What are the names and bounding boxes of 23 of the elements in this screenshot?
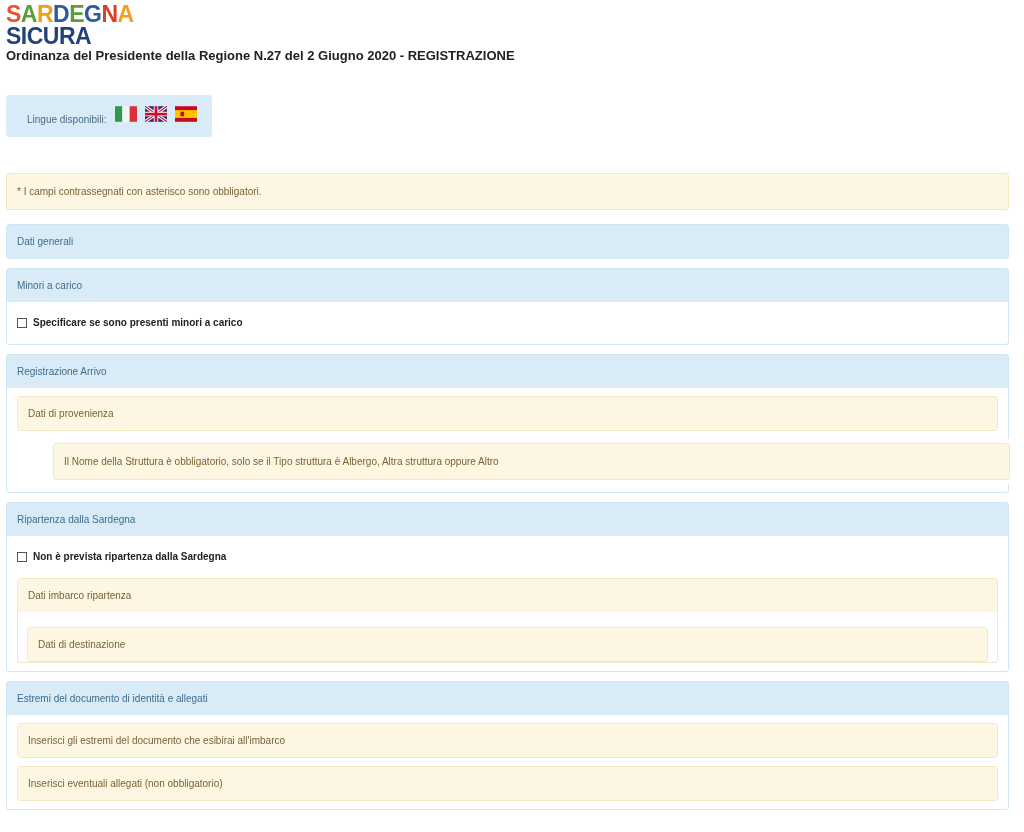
spanish-flag-icon[interactable]: [174, 106, 197, 122]
italian-flag-icon[interactable]: [114, 106, 137, 122]
british-flag-icon[interactable]: [144, 106, 167, 122]
subsection-header[interactable]: Inserisci gli estremi del documento che esibirai all'imbarco: [18, 724, 997, 757]
info-note: Il Nome della Struttura è obbligatorio, solo se il Tipo struttura è Albergo, Altra struttura oppure Altro: [53, 443, 1010, 480]
section-header[interactable]: Dati generali: [7, 225, 1008, 258]
logo-text: SARDEGNA: [6, 3, 135, 25]
section-header[interactable]: Registrazione Arrivo: [7, 355, 1008, 388]
checkbox[interactable]: [17, 552, 27, 562]
subsection-header[interactable]: Inserisci eventuali allegati (non obbligatorio): [18, 767, 997, 800]
checkbox-label: Specificare se sono presenti minori a carico: [33, 316, 243, 330]
language-label: Lingue disponibili:: [27, 112, 107, 127]
section-header[interactable]: Ripartenza dalla Sardegna: [7, 503, 1008, 536]
logo-subtext: SICURA: [6, 25, 93, 47]
page-title: Ordinanza del Presidente della Regione N.27 del 2 Giugno 2020 - REGISTRAZIONE: [6, 47, 516, 65]
required-fields-notice: * I campi contrassegnati con asterisco sono obbligatori.: [6, 173, 1009, 210]
subsection-header[interactable]: Dati di provenienza: [18, 397, 997, 430]
checkbox[interactable]: [17, 318, 27, 328]
section-header[interactable]: Minori a carico: [7, 269, 1008, 302]
subsection-header[interactable]: Dati di destinazione: [28, 628, 987, 661]
checkbox-label: Non è prevista ripartenza dalla Sardegna: [33, 550, 227, 564]
section-header[interactable]: Estremi del documento di identità e allegati: [7, 682, 1008, 715]
subsection-header[interactable]: Dati imbarco ripartenza: [18, 579, 997, 612]
